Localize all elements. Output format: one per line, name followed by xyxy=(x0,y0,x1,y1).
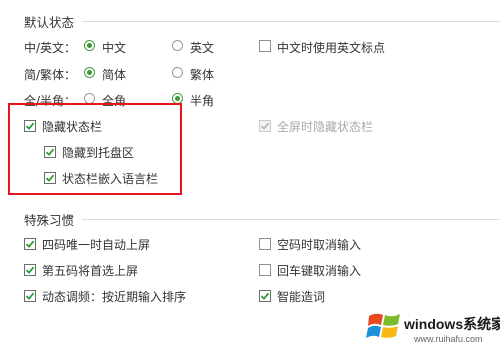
radio-english[interactable] xyxy=(172,40,183,51)
radio-simplified[interactable] xyxy=(84,67,95,78)
checkbox-smart-words[interactable] xyxy=(259,290,271,302)
checkbox-auto-commit-4-label[interactable]: 四码唯一时自动上屏 xyxy=(42,236,150,253)
checkbox-enter-cancel[interactable] xyxy=(259,264,271,276)
checkbox-smart-words-label[interactable]: 智能造词 xyxy=(277,288,325,305)
checkbox-fifth-code-label[interactable]: 第五码将首选上屏 xyxy=(42,262,138,279)
radio-english-label[interactable]: 英文 xyxy=(190,39,214,56)
check-icon xyxy=(25,266,35,274)
watermark-brand: windows系统家园 xyxy=(404,316,500,332)
checkbox-enter-cancel-label[interactable]: 回车键取消输入 xyxy=(277,262,361,279)
section-divider xyxy=(82,219,500,220)
check-icon xyxy=(260,122,270,130)
radio-chinese-label[interactable]: 中文 xyxy=(102,39,126,56)
label-zh-en: 中/英文： xyxy=(24,41,77,55)
checkbox-english-punct[interactable] xyxy=(259,40,271,52)
section-divider xyxy=(82,21,500,22)
radio-traditional-label[interactable]: 繁体 xyxy=(190,66,214,83)
windows-logo-icon xyxy=(366,308,404,347)
checkbox-fifth-code[interactable] xyxy=(24,264,36,276)
watermark-url: www.ruihafu.com xyxy=(414,334,483,344)
check-icon xyxy=(25,292,35,300)
check-icon xyxy=(25,240,35,248)
section-title-default-state: 默认状态 xyxy=(24,15,75,30)
checkbox-empty-cancel-label[interactable]: 空码时取消输入 xyxy=(277,236,361,253)
section-title-special-habits: 特殊习惯 xyxy=(24,213,75,228)
checkbox-dynamic-freq[interactable] xyxy=(24,290,36,302)
checkbox-english-punct-label[interactable]: 中文时使用英文标点 xyxy=(277,39,385,56)
checkbox-fullscreen-hide-label: 全屏时隐藏状态栏 xyxy=(277,120,374,134)
radio-simplified-label[interactable]: 简体 xyxy=(102,66,126,83)
checkbox-dynamic-freq-label[interactable]: 动态调频：按近期输入排序 xyxy=(42,288,186,305)
checkbox-fullscreen-hide xyxy=(259,120,271,132)
check-icon xyxy=(260,292,270,300)
checkbox-auto-commit-4[interactable] xyxy=(24,238,36,250)
checkbox-empty-cancel[interactable] xyxy=(259,238,271,250)
highlight-box xyxy=(8,103,182,195)
label-simp-trad: 简/繁体： xyxy=(24,68,77,82)
radio-halfwidth-label[interactable]: 半角 xyxy=(190,92,214,109)
radio-traditional[interactable] xyxy=(172,67,183,78)
radio-chinese[interactable] xyxy=(84,40,95,51)
